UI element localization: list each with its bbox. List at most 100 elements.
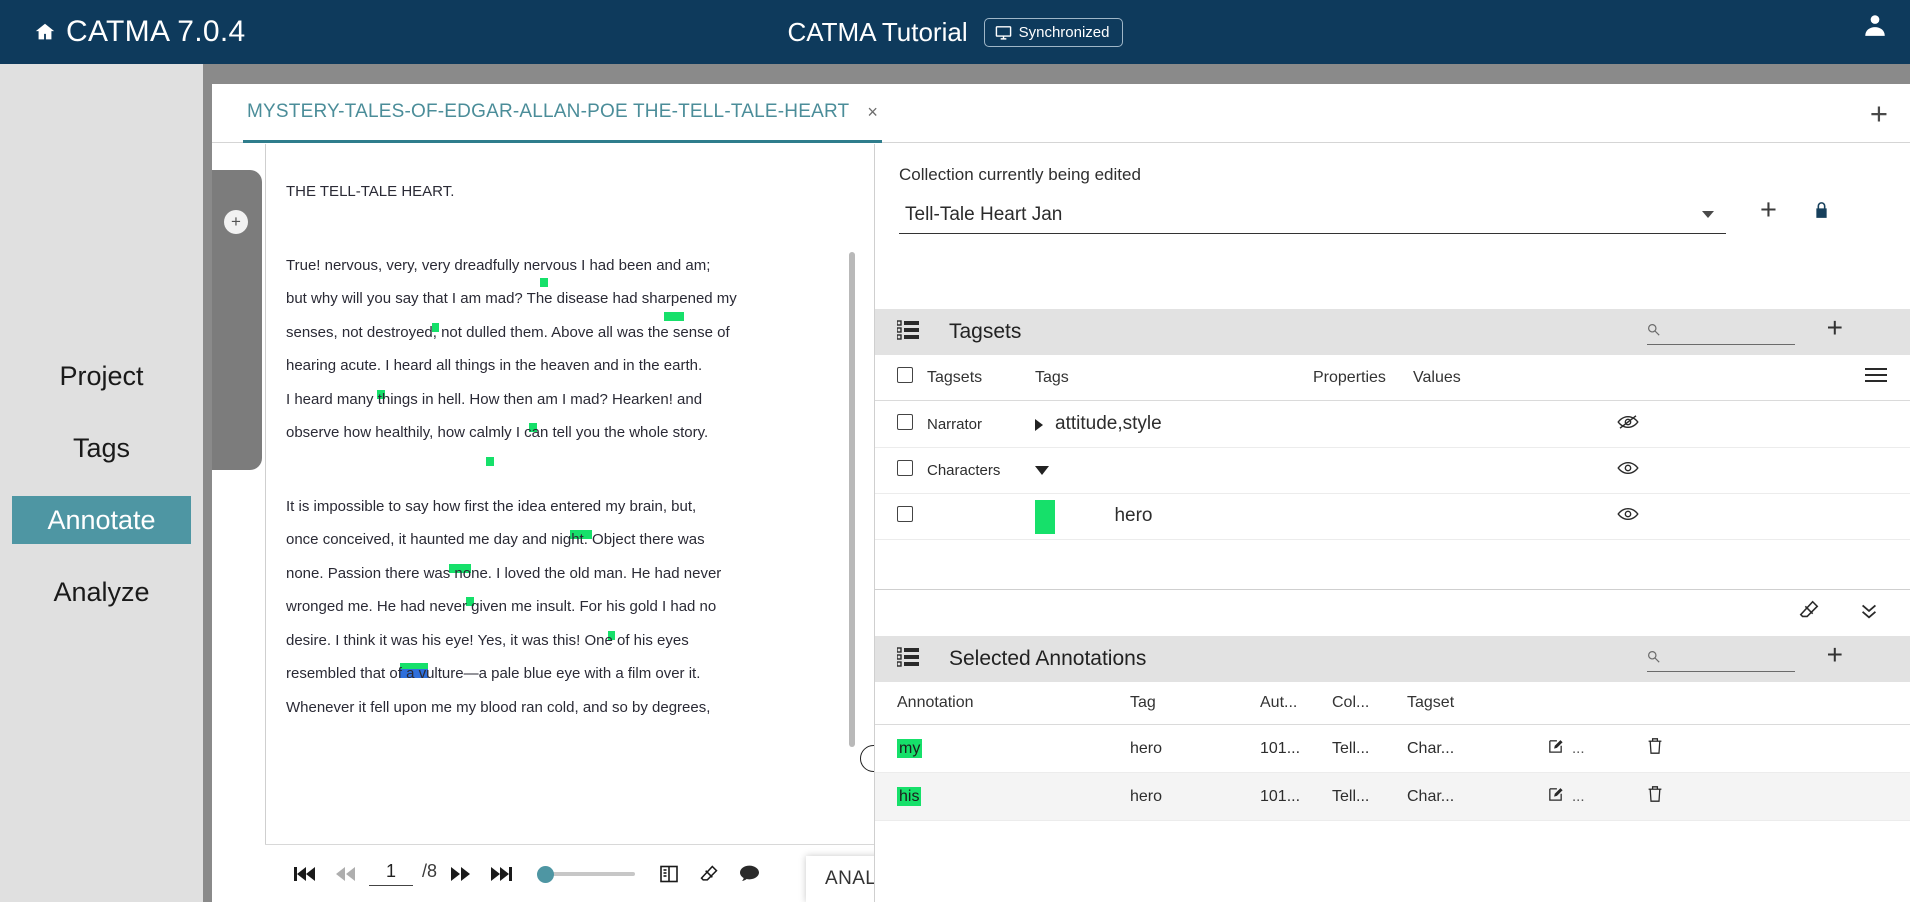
add-tab-icon[interactable]: + bbox=[1870, 98, 1888, 129]
tagset-name: Narrator bbox=[927, 400, 1035, 448]
document-line[interactable]: senses, not destroyed, not dulled them. … bbox=[286, 325, 837, 359]
tagsets-table: Tagsets Tags Properties Values Narrator … bbox=[875, 355, 1910, 540]
chevrons-down-icon[interactable] bbox=[1857, 599, 1881, 626]
eraser-icon[interactable] bbox=[689, 854, 729, 894]
add-tagset-icon[interactable]: + bbox=[1827, 314, 1843, 342]
next-page-icon[interactable] bbox=[441, 854, 481, 894]
annotations-table-header-row: Annotation Tag Aut... Col... Tagset bbox=[875, 682, 1910, 725]
document-line-text: but why will you say that I am mad? The … bbox=[286, 290, 737, 307]
document-line[interactable]: observe how healthily, how calmly I can … bbox=[286, 425, 837, 466]
row-checkbox[interactable] bbox=[897, 460, 913, 476]
close-icon[interactable]: × bbox=[867, 103, 878, 121]
document-line-text: senses, not destroyed, not dulled them. … bbox=[286, 323, 730, 341]
sidebar-item-analyze[interactable]: Analyze bbox=[12, 568, 191, 616]
table-row[interactable]: hero bbox=[875, 493, 1910, 540]
annotations-table: Annotation Tag Aut... Col... Tagset my h… bbox=[875, 682, 1910, 821]
edit-annotation-button[interactable]: ... bbox=[1547, 786, 1585, 808]
side-handle-drawer[interactable]: + bbox=[212, 170, 262, 470]
sidebar-item-project[interactable]: Project bbox=[12, 352, 191, 400]
eye-icon[interactable] bbox=[1617, 507, 1639, 526]
more-options-label[interactable]: ... bbox=[1572, 740, 1585, 757]
annotations-search-input[interactable] bbox=[1647, 647, 1795, 672]
edit-icon[interactable] bbox=[1547, 738, 1564, 760]
document-line[interactable]: It is impossible to say how first the id… bbox=[286, 499, 837, 539]
document-line[interactable]: I heard many things in hell. How then am… bbox=[286, 392, 837, 432]
document-line[interactable]: resembled that of a vulture—a pale blue … bbox=[286, 666, 837, 700]
table-row[interactable]: his hero 101... Tell... Char... ... bbox=[875, 772, 1910, 821]
document-line-text: once conceived, it haunted me day and ni… bbox=[286, 531, 705, 548]
tagsets-search-input[interactable] bbox=[1647, 320, 1795, 345]
document-line[interactable]: desire. I think it was his eye! Yes, it … bbox=[286, 633, 837, 678]
sidebar-item-label: Annotate bbox=[47, 505, 156, 535]
add-collection-icon[interactable]: + bbox=[1760, 196, 1777, 225]
annotation-text[interactable]: his bbox=[897, 786, 922, 806]
document-line[interactable]: wronged me. He had never given me insult… bbox=[286, 599, 837, 640]
zoom-slider-handle[interactable] bbox=[537, 865, 555, 883]
document-line[interactable]: True! nervous, very, very dreadfully ner… bbox=[286, 258, 837, 292]
more-options-label[interactable]: ... bbox=[1572, 788, 1585, 805]
previous-page-icon[interactable] bbox=[325, 854, 365, 894]
row-checkbox[interactable] bbox=[897, 413, 913, 430]
select-all-checkbox[interactable] bbox=[897, 367, 913, 383]
table-row[interactable]: my hero 101... Tell... Char... ... bbox=[875, 724, 1910, 773]
chevron-down-icon[interactable] bbox=[1702, 211, 1714, 218]
expand-arrow-icon[interactable] bbox=[1035, 418, 1043, 431]
tagset-name: Characters bbox=[927, 447, 1035, 494]
tagset-properties bbox=[1313, 447, 1413, 494]
collection-select[interactable]: Tell-Tale Heart Jan bbox=[899, 196, 1726, 234]
column-header-tagsets: Tagsets bbox=[927, 355, 1035, 401]
document-line[interactable]: but why will you say that I am mad? The … bbox=[286, 290, 837, 332]
document-scroll-area[interactable]: THE TELL-TALE HEART. True! nervous, very… bbox=[265, 144, 855, 844]
annotation-marker[interactable] bbox=[486, 456, 494, 466]
document-line-text: Whenever it fell upon me my blood ran co… bbox=[286, 698, 711, 716]
trash-icon[interactable] bbox=[1647, 786, 1663, 807]
zoom-slider[interactable] bbox=[537, 864, 636, 884]
document-line-text: resembled that of a vulture—a pale blue … bbox=[286, 665, 701, 682]
page-layout-icon[interactable] bbox=[649, 854, 689, 894]
annotation-text[interactable]: my bbox=[897, 738, 923, 758]
table-row[interactable]: Narrator attitude,style bbox=[875, 400, 1910, 448]
annotation-marker[interactable] bbox=[540, 278, 548, 287]
sidebar-item-annotate[interactable]: Annotate bbox=[12, 496, 191, 544]
document-line-text: True! nervous, very, very dreadfully ner… bbox=[286, 256, 711, 274]
skip-to-first-icon[interactable] bbox=[285, 854, 325, 894]
document-scrollbar[interactable] bbox=[849, 252, 855, 747]
page-number-input[interactable]: 1 bbox=[369, 861, 413, 886]
eraser-icon[interactable] bbox=[1797, 599, 1821, 626]
collapse-arrow-icon[interactable] bbox=[1035, 465, 1049, 475]
list-icon bbox=[896, 646, 919, 672]
skip-to-last-icon[interactable] bbox=[481, 854, 521, 894]
document-line[interactable]: none. Passion there was none. I loved th… bbox=[286, 566, 837, 606]
sync-status-badge[interactable]: Synchronized bbox=[983, 17, 1123, 47]
home-icon[interactable] bbox=[34, 21, 56, 43]
document-tab[interactable]: MYSTERY-TALES-OF-EDGAR-ALLAN-POE THE-TEL… bbox=[243, 84, 882, 143]
grid-options-icon[interactable] bbox=[1865, 368, 1887, 386]
comment-bubble-icon[interactable] bbox=[729, 854, 769, 894]
document-line[interactable]: once conceived, it haunted me day and ni… bbox=[286, 531, 837, 573]
lock-icon[interactable] bbox=[1812, 199, 1831, 226]
document-text[interactable]: THE TELL-TALE HEART. True! nervous, very… bbox=[266, 144, 855, 733]
annotation-marker[interactable] bbox=[664, 311, 684, 321]
edit-annotation-button[interactable]: ... bbox=[1547, 738, 1585, 760]
add-annotation-icon[interactable]: + bbox=[1827, 641, 1843, 669]
app-brand[interactable]: CATMA 7.0.4 bbox=[34, 15, 245, 49]
user-account-icon[interactable] bbox=[1862, 12, 1888, 38]
trash-icon[interactable] bbox=[1647, 738, 1663, 759]
annotation-collection: Tell... bbox=[1332, 772, 1407, 821]
tag-color-swatch[interactable] bbox=[1035, 499, 1055, 534]
row-checkbox[interactable] bbox=[897, 506, 913, 522]
eye-off-icon[interactable] bbox=[1617, 414, 1639, 434]
add-annotation-collection-icon[interactable]: + bbox=[224, 210, 248, 234]
edit-icon[interactable] bbox=[1547, 786, 1564, 808]
table-row[interactable]: Characters bbox=[875, 447, 1910, 494]
tag-name: attitude,style bbox=[1055, 413, 1162, 434]
column-header-author: Aut... bbox=[1260, 682, 1332, 725]
document-tab-strip: MYSTERY-TALES-OF-EDGAR-ALLAN-POE THE-TEL… bbox=[212, 84, 1910, 143]
document-line[interactable]: Whenever it fell upon me my blood ran co… bbox=[286, 700, 837, 734]
column-header-collection: Col... bbox=[1332, 682, 1407, 725]
sidebar-item-tags[interactable]: Tags bbox=[12, 424, 191, 472]
document-line[interactable]: hearing acute. I heard all things in the… bbox=[286, 358, 837, 399]
tagsets-panel-footer bbox=[875, 589, 1910, 635]
eye-icon[interactable] bbox=[1617, 461, 1639, 480]
